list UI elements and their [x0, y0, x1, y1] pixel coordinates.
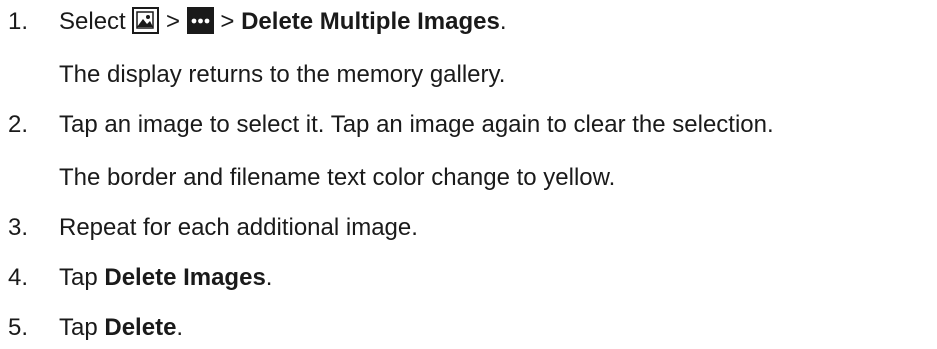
step-3: 3. Repeat for each additional image. — [8, 206, 933, 249]
tap-word: Tap — [59, 264, 98, 291]
step-text: Tap an image to select it. Tap an image … — [59, 111, 774, 138]
step-number: 5. — [8, 314, 29, 341]
period: . — [499, 8, 507, 35]
step-1: 1. Select > > Delete Multiple Images. — [8, 0, 933, 43]
instruction-steps: 1. Select > > Delete Multiple Images. Th… — [8, 0, 933, 349]
step-text: Tap Delete Images. — [59, 256, 272, 299]
step-text: Select > > Delete Multiple Images. — [59, 0, 507, 43]
step-number: 1. — [8, 8, 29, 35]
separator: > — [166, 8, 181, 35]
tap-word: Tap — [59, 314, 98, 341]
command-name: Delete — [104, 314, 177, 341]
select-word: Select — [59, 8, 126, 35]
gallery-icon — [132, 7, 160, 35]
step-number: 2. — [8, 111, 29, 138]
command-name: Delete Images — [104, 264, 266, 291]
step-2: 2. Tap an image to select it. Tap an ima… — [8, 103, 933, 146]
step-number: 3. — [8, 214, 29, 241]
step-2-note: The border and filename text color chang… — [8, 156, 933, 199]
command-name: Delete Multiple Images — [241, 8, 500, 35]
step-number: 4. — [8, 264, 29, 291]
period: . — [176, 314, 184, 341]
step-note: The display returns to the memory galler… — [59, 61, 506, 88]
step-5: 5. Tap Delete. — [8, 306, 933, 349]
step-4: 4. Tap Delete Images. — [8, 256, 933, 299]
more-options-icon — [186, 7, 214, 35]
period: . — [265, 264, 273, 291]
step-note: The border and filename text color chang… — [59, 164, 616, 191]
step-text: Repeat for each additional image. — [59, 214, 418, 241]
separator: > — [220, 8, 235, 35]
step-1-note: The display returns to the memory galler… — [8, 53, 933, 96]
step-text: Tap Delete. — [59, 306, 183, 349]
